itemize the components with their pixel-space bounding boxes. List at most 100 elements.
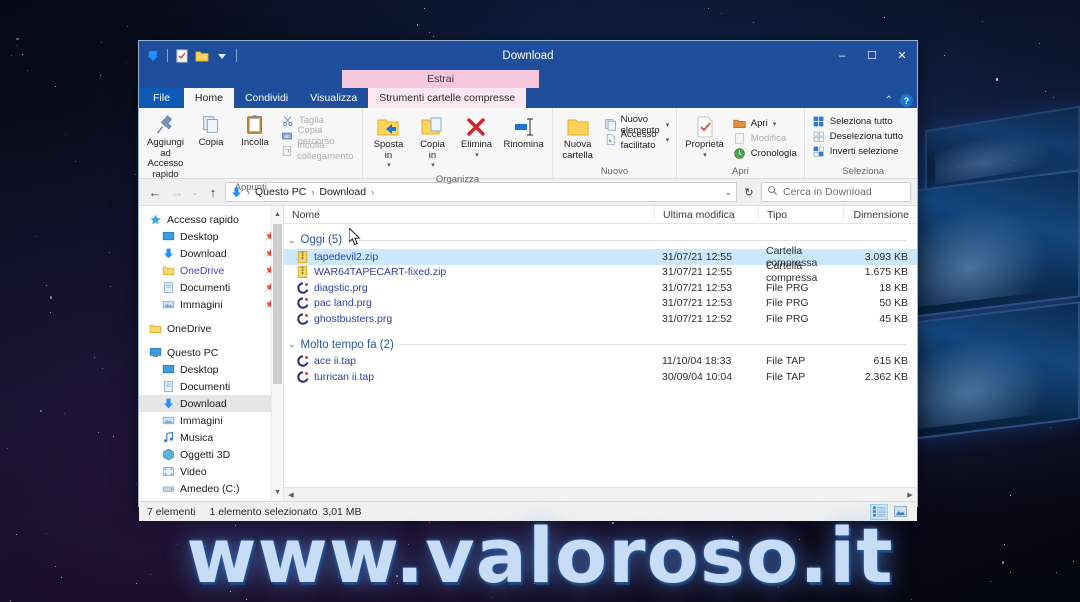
close-button[interactable]: ✕ xyxy=(887,41,917,70)
file-size: 3.093 KB xyxy=(864,250,908,263)
file-rows: ⌄ Oggi (5) tapedevil2.zip 31/07/21 12:55… xyxy=(284,224,917,487)
file-name-cell[interactable]: turrican ii.tap xyxy=(284,370,654,383)
sidebar-item-onedrive-root[interactable]: OneDrive xyxy=(139,320,283,337)
button-copia[interactable]: Copia xyxy=(190,111,232,150)
navigation-pane[interactable]: Accesso rapido Desktop 📌 Download 📌 OneD… xyxy=(139,206,284,501)
button-inverti-selezione[interactable]: Inverti selezione xyxy=(809,144,906,159)
horizontal-scrollbar[interactable]: ◀ ▶ xyxy=(284,487,917,501)
file-name-cell[interactable]: WAR64TAPECART-fixed.zip xyxy=(284,266,654,279)
quick-access-toolbar[interactable] xyxy=(139,41,239,70)
column-header-nome[interactable]: Nome xyxy=(284,206,654,224)
minimize-button[interactable]: – xyxy=(827,41,857,70)
sidebar-item-immagini[interactable]: Immagini xyxy=(139,412,283,429)
horizontal-scroll-track[interactable] xyxy=(298,489,903,500)
button-nuova-cartella[interactable]: Nuova cartella xyxy=(557,113,599,162)
button-incolla[interactable]: Incolla xyxy=(234,111,276,150)
group-divider xyxy=(347,239,907,241)
sidebar-item-accesso-rapido[interactable]: Accesso rapido xyxy=(139,211,283,228)
sidebar-item-desktop[interactable]: Desktop xyxy=(139,361,283,378)
button-seleziona-tutto[interactable]: Seleziona tutto xyxy=(809,114,906,129)
chevron-up-icon[interactable]: ⌃ xyxy=(885,95,893,106)
column-header-ultima-modifica[interactable]: Ultima modifica xyxy=(654,205,758,224)
chevron-down-icon[interactable]: ▾ xyxy=(431,161,435,172)
button-elimina[interactable]: Elimina ▾ xyxy=(455,113,497,162)
sidebar-item-desktop-qa[interactable]: Desktop 📌 xyxy=(139,228,283,245)
button-label: Inverti selezione xyxy=(829,146,899,157)
sidebar-item-documenti-qa[interactable]: Documenti 📌 xyxy=(139,279,283,296)
button-incolla-collegamento[interactable]: Incolla collegamento xyxy=(278,140,359,162)
contextual-band-label[interactable]: Estrai xyxy=(342,70,539,88)
group-header-molto-tempo-fa[interactable]: ⌄ Molto tempo fa (2) xyxy=(284,336,917,354)
chevron-down-icon[interactable]: ▾ xyxy=(666,121,670,129)
sidebar-item-download-qa[interactable]: Download 📌 xyxy=(139,245,283,262)
chevron-down-icon[interactable]: ▾ xyxy=(703,151,707,162)
file-name-cell[interactable]: ghostbusters.prg xyxy=(284,312,654,325)
address-dropdown-icon[interactable]: ⌄ xyxy=(724,187,732,198)
file-name-cell[interactable]: tapedevil2.zip xyxy=(284,250,654,263)
sidebar-item-onedrive-qa[interactable]: OneDrive 📌 xyxy=(139,262,283,279)
chevron-down-icon[interactable]: ▾ xyxy=(475,151,479,162)
search-input[interactable]: Cerca in Download xyxy=(761,182,911,202)
file-date: 30/09/04 10:04 xyxy=(662,370,733,383)
customize-dropdown-icon[interactable] xyxy=(214,48,230,64)
nav-scroll-down-arrow[interactable]: ▼ xyxy=(273,486,282,499)
chevron-down-icon[interactable]: ⌄ xyxy=(288,339,296,350)
sidebar-item-musica[interactable]: Musica xyxy=(139,429,283,446)
help-icon[interactable]: ? xyxy=(900,94,913,107)
column-header-dimensione[interactable]: Dimensione xyxy=(843,205,917,224)
chevron-down-icon[interactable]: ⌄ xyxy=(288,235,296,246)
pc-icon xyxy=(148,346,163,360)
button-rinomina[interactable]: Rinomina xyxy=(499,113,547,152)
nav-scroll-thumb[interactable] xyxy=(273,224,282,384)
new-folder-icon[interactable] xyxy=(194,48,210,64)
refresh-button[interactable]: ↻ xyxy=(739,182,759,202)
column-header-tipo[interactable]: Tipo xyxy=(758,205,843,224)
button-sposta-in[interactable]: Sposta in ▾ xyxy=(367,113,409,173)
file-name: pac land.prg xyxy=(314,297,372,310)
button-aggiungi-accesso-rapido[interactable]: Aggiungi ad Accesso rapido xyxy=(143,111,188,181)
tab-strumenti-cartelle-compresse[interactable]: Strumenti cartelle compresse xyxy=(368,88,527,108)
tab-file[interactable]: File xyxy=(139,88,184,108)
scroll-right-arrow[interactable]: ▶ xyxy=(903,488,917,502)
sidebar-item-oggetti-3d[interactable]: Oggetti 3D xyxy=(139,446,283,463)
download-arrow-icon[interactable] xyxy=(145,48,161,64)
chevron-down-icon[interactable]: ▾ xyxy=(387,161,391,172)
nav-scroll-up-arrow[interactable]: ▲ xyxy=(273,208,282,221)
group-label: Molto tempo fa (2) xyxy=(300,338,394,351)
sidebar-item-documenti[interactable]: Documenti xyxy=(139,378,283,395)
button-apri[interactable]: Apri ▾ xyxy=(730,116,800,131)
crumb-separator-2[interactable]: › xyxy=(371,187,374,197)
chevron-down-icon[interactable]: ▾ xyxy=(773,120,777,128)
file-name-cell[interactable]: pac land.prg xyxy=(284,297,654,310)
maximize-button[interactable]: ☐ xyxy=(857,41,887,70)
tab-visualizza[interactable]: Visualizza xyxy=(299,88,368,108)
nav-scrollbar[interactable]: ▲ ▼ xyxy=(271,206,283,501)
button-cronologia[interactable]: Cronologia xyxy=(730,146,800,161)
sidebar-item-amedeo-c[interactable]: Amedeo (C:) xyxy=(139,480,283,497)
sidebar-item-questo-pc[interactable]: Questo PC xyxy=(139,344,283,361)
chevron-down-icon[interactable]: ▾ xyxy=(666,136,670,144)
sidebar-item-video[interactable]: Video xyxy=(139,463,283,480)
button-modifica[interactable]: Modifica xyxy=(730,131,800,146)
tab-home[interactable]: Home xyxy=(183,88,234,108)
button-copia-in[interactable]: Copia in ▾ xyxy=(411,113,453,173)
button-accesso-facilitato[interactable]: Accesso facilitato ▾ xyxy=(601,129,673,151)
table-row[interactable]: turrican ii.tap 30/09/04 10:04 File TAP … xyxy=(284,369,917,385)
table-row[interactable]: pac land.prg 31/07/21 12:53 File PRG 50 … xyxy=(284,296,917,312)
table-row[interactable]: diagstic.prg 31/07/21 12:53 File PRG 18 … xyxy=(284,280,917,296)
table-row[interactable]: WAR64TAPECART-fixed.zip 31/07/21 12:55 C… xyxy=(284,260,917,284)
scroll-left-arrow[interactable]: ◀ xyxy=(284,488,298,502)
button-proprieta[interactable]: Proprietà ▾ xyxy=(681,113,728,162)
sidebar-item-immagini-qa[interactable]: Immagini 📌 xyxy=(139,296,283,313)
file-name-cell[interactable]: diagstic.prg xyxy=(284,281,654,294)
table-row[interactable]: ace ii.tap 11/10/04 18:33 File TAP 615 K… xyxy=(284,354,917,370)
file-size: 50 KB xyxy=(879,297,908,310)
button-deseleziona-tutto[interactable]: Deseleziona tutto xyxy=(809,129,906,144)
file-name-cell[interactable]: ace ii.tap xyxy=(284,355,654,368)
scissors-icon xyxy=(281,114,295,127)
table-row[interactable]: ghostbusters.prg 31/07/21 12:52 File PRG… xyxy=(284,311,917,327)
properties-icon[interactable] xyxy=(174,48,190,64)
tab-condividi[interactable]: Condividi xyxy=(234,88,299,108)
sidebar-item-download[interactable]: Download xyxy=(139,395,283,412)
sidebar-item-label: Accesso rapido xyxy=(167,213,239,226)
